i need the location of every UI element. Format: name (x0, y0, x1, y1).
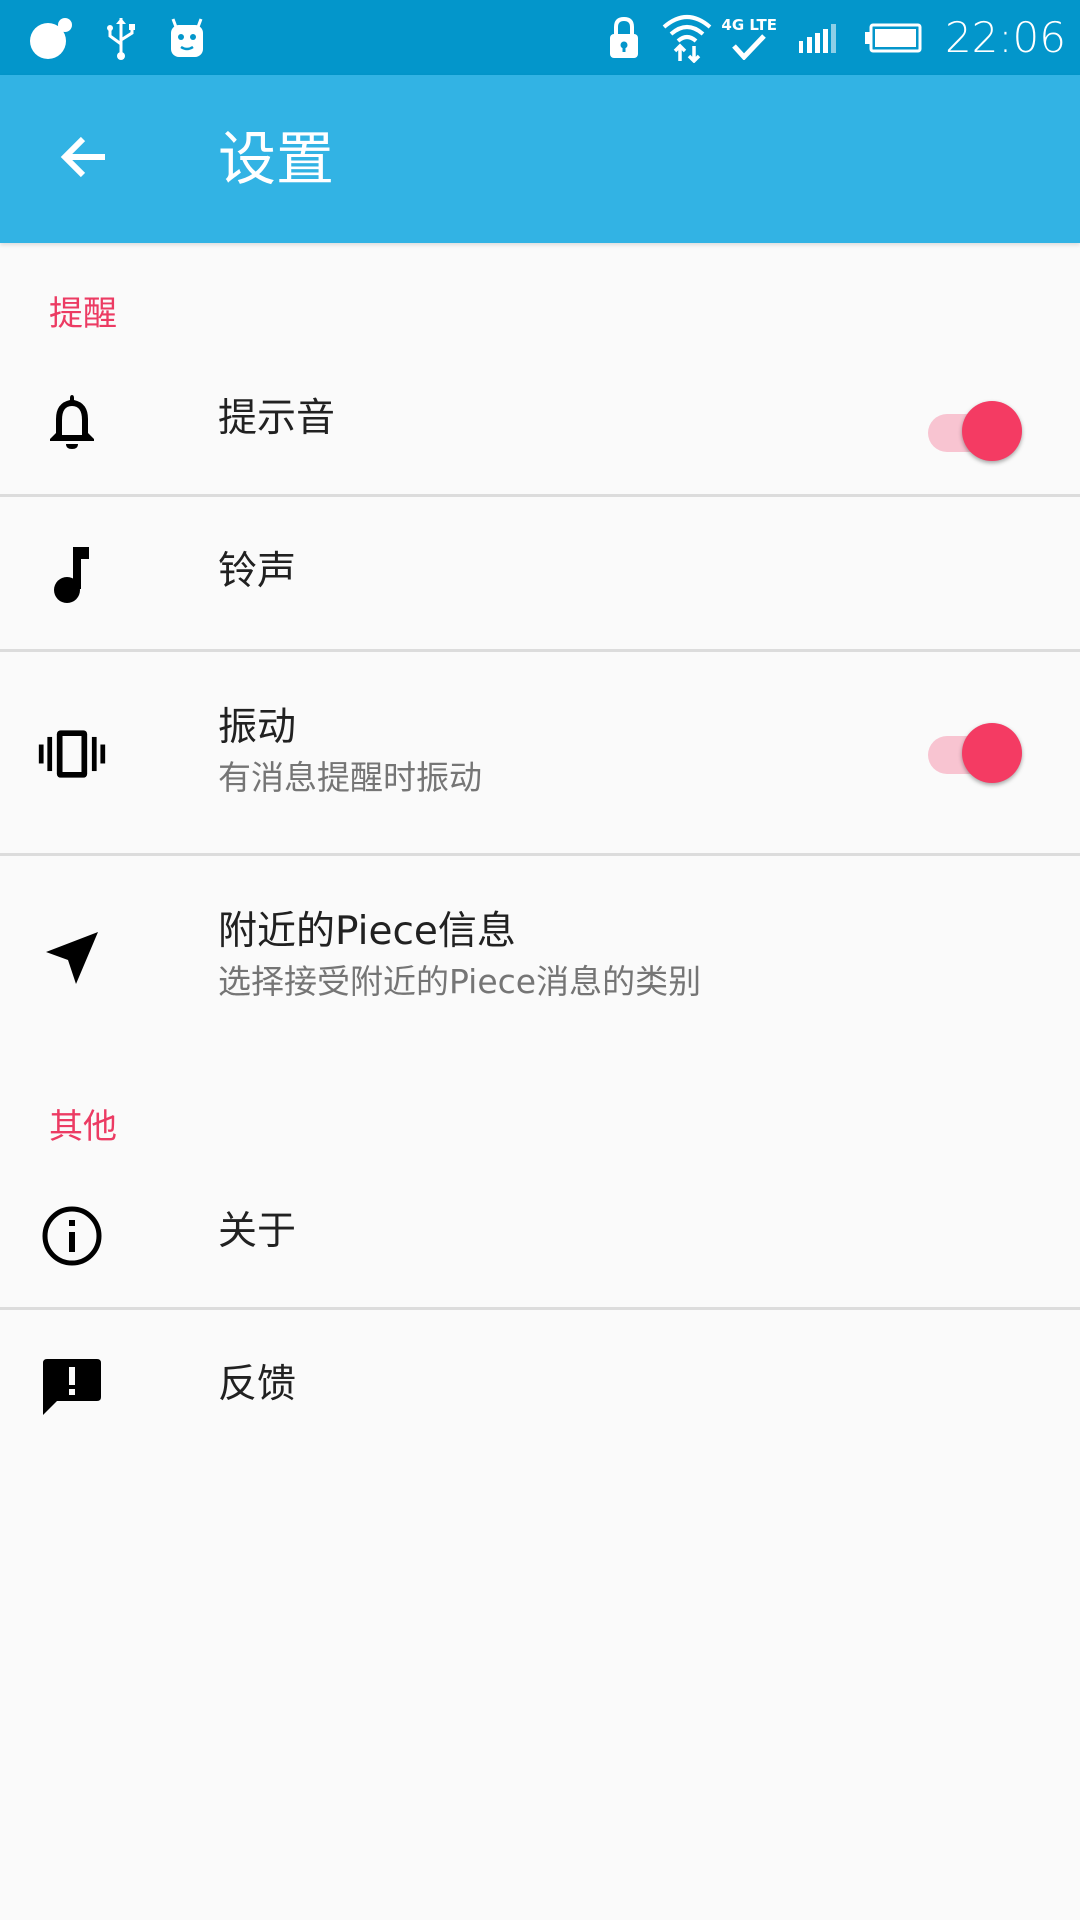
pref-notification-sound-text: 提示音 (218, 393, 335, 445)
page-title: 设置 (218, 125, 335, 193)
pref-ringtone[interactable]: 铃声 (0, 497, 1080, 652)
switch-thumb (962, 723, 1022, 783)
navigation-arrow-icon (36, 922, 108, 994)
back-button[interactable] (36, 111, 132, 207)
pref-summary: 有消息提醒时振动 (218, 758, 482, 797)
lock-icon (607, 15, 641, 61)
status-bar: 4G LTE 22:06 (0, 0, 1080, 75)
wifi-icon (661, 13, 713, 63)
pref-title: 关于 (218, 1209, 297, 1254)
android-debug-icon (168, 17, 206, 59)
section-header-other: 其他 (49, 1107, 117, 1147)
pref-title: 振动 (218, 705, 297, 750)
status-bar-left (28, 15, 236, 61)
pref-title: 附近的Piece信息 (218, 909, 516, 954)
feedback-icon (36, 1352, 108, 1424)
pref-title: 反馈 (218, 1362, 297, 1407)
pref-about-text: 关于 (218, 1206, 296, 1258)
cell-signal-icon (797, 21, 843, 55)
pref-about[interactable]: 关于 (0, 1166, 1080, 1310)
pref-title: 提示音 (218, 396, 336, 441)
settings-list: 提醒 提示音 铃声 振动 有消息提醒时振动 附近的Piece信息 选择接受附近的… (0, 243, 1080, 1465)
pref-feedback[interactable]: 反馈 (0, 1310, 1080, 1465)
vibrate-icon (36, 718, 108, 790)
pref-feedback-text: 反馈 (218, 1359, 296, 1411)
app-bar: 设置 (0, 75, 1080, 243)
pref-ringtone-text: 铃声 (218, 546, 296, 598)
lte-signal-icon: 4G LTE (721, 16, 777, 60)
vibration-switch[interactable] (924, 719, 1022, 783)
usb-icon (104, 16, 138, 60)
info-icon (36, 1200, 108, 1272)
battery-icon (863, 22, 923, 54)
status-bar-right: 4G LTE 22:06 (587, 13, 1066, 63)
bell-icon (36, 385, 108, 457)
pref-nearby-piece-text: 附近的Piece信息 选择接受附近的Piece消息的类别 (218, 906, 701, 1006)
pref-summary: 选择接受附近的Piece消息的类别 (218, 962, 702, 1001)
notification-sound-switch[interactable] (924, 397, 1022, 461)
pref-notification-sound[interactable]: 提示音 (0, 353, 1080, 497)
status-time: 22:06 (944, 13, 1066, 62)
pref-nearby-piece[interactable]: 附近的Piece信息 选择接受附近的Piece消息的类别 (0, 856, 1080, 1056)
arrow-back-icon (57, 130, 111, 188)
pref-title: 铃声 (218, 549, 297, 594)
section-header-reminder: 提醒 (49, 294, 117, 334)
pref-vibration[interactable]: 振动 有消息提醒时振动 (0, 652, 1080, 856)
network-type-label: 4G LTE (721, 15, 777, 34)
chat-bubble-icon (28, 15, 74, 61)
music-note-icon (36, 539, 108, 611)
switch-thumb (962, 401, 1022, 461)
pref-vibration-text: 振动 有消息提醒时振动 (218, 702, 482, 802)
